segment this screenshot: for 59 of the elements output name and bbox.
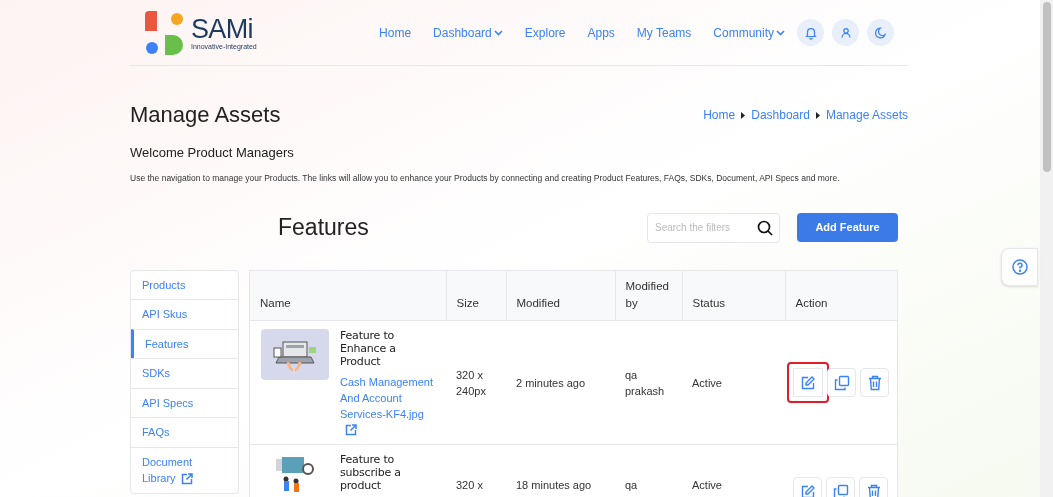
breadcrumb-link[interactable]: Dashboard: [751, 106, 810, 124]
sidebar-item[interactable]: Products: [131, 270, 238, 300]
size-cell-text: 320 x 240px: [456, 367, 487, 399]
status-cell-text: Active: [692, 375, 723, 391]
feature-title: Feature to subscribe a product: [340, 453, 402, 493]
sidebar-item[interactable]: FAQs: [131, 417, 238, 447]
status-cell-text: Active: [692, 478, 723, 494]
copy-icon: [832, 483, 849, 497]
modified-cell-text: 2 minutes ago: [516, 375, 587, 391]
breadcrumb-link[interactable]: Home: [703, 106, 736, 124]
file-link[interactable]: Cash Management And Account Services-KF4.jpg: [340, 374, 435, 423]
column-header: Name: [250, 270, 446, 321]
nav-link[interactable]: Home: [379, 23, 412, 42]
copy-button[interactable]: [827, 368, 856, 398]
size-cell-text: 320 x: [456, 478, 484, 494]
logo-name: SAMi: [191, 15, 254, 43]
sidebar-item[interactable]: Features: [131, 328, 238, 359]
nav-link[interactable]: Explore: [524, 23, 566, 42]
copy-icon: [833, 374, 850, 391]
description-text: Use the navigation to manage your Products. The links will allow you to enhance your Products by connecting and creating Product Features, FAQs, SDKs, Document, API Specs and more.: [130, 171, 841, 185]
bell-icon: [803, 25, 818, 40]
moon-icon: [873, 25, 888, 40]
nav-link[interactable]: Community: [713, 23, 785, 42]
sidebar-item[interactable]: API Specs: [131, 387, 238, 418]
help-button[interactable]: [1001, 248, 1038, 286]
modified-by-cell-text: qa: [625, 478, 639, 494]
page-title: Manage Assets: [130, 101, 281, 129]
column-header: Modified by: [615, 270, 682, 321]
nav-link[interactable]: Dashboard: [433, 23, 503, 42]
sidebar-item[interactable]: Document Library: [131, 446, 238, 493]
breadcrumb-link[interactable]: Manage Assets: [825, 106, 908, 124]
trash-icon: [866, 374, 883, 391]
column-header: Size: [446, 270, 506, 321]
section-title: Features: [278, 213, 369, 243]
add-feature-button[interactable]: Add Feature: [797, 213, 898, 242]
scrollbar[interactable]: [1040, 0, 1053, 497]
sidebar-item[interactable]: SDKs: [131, 358, 238, 388]
column-header: Action: [785, 270, 897, 321]
feature-title: Feature to Enhance a Product: [340, 329, 397, 369]
search-icon: [757, 219, 773, 236]
column-header: Modified: [506, 270, 615, 321]
edit-button[interactable]: [787, 362, 829, 404]
caret-right-icon: [815, 111, 820, 119]
column-header: Status: [682, 270, 785, 321]
nav-link[interactable]: Apps: [587, 23, 615, 42]
search-field[interactable]: Search the filters: [647, 212, 780, 243]
delete-button[interactable]: [860, 368, 889, 398]
nav-link[interactable]: My Teams: [636, 23, 692, 42]
sidebar-item[interactable]: API Skus: [131, 299, 238, 329]
edit-icon: [800, 374, 816, 391]
help-icon: [1011, 259, 1028, 275]
edit-icon: [799, 483, 816, 497]
modified-cell-text: 18 minutes ago: [516, 478, 593, 494]
caret-right-icon: [741, 111, 746, 119]
modified-by-cell-text: qa prakash: [625, 367, 666, 399]
trash-icon: [865, 483, 882, 497]
external-link-icon: [345, 424, 357, 437]
logo-icon: [145, 10, 185, 55]
welcome-heading: Welcome Product Managers: [130, 144, 295, 162]
